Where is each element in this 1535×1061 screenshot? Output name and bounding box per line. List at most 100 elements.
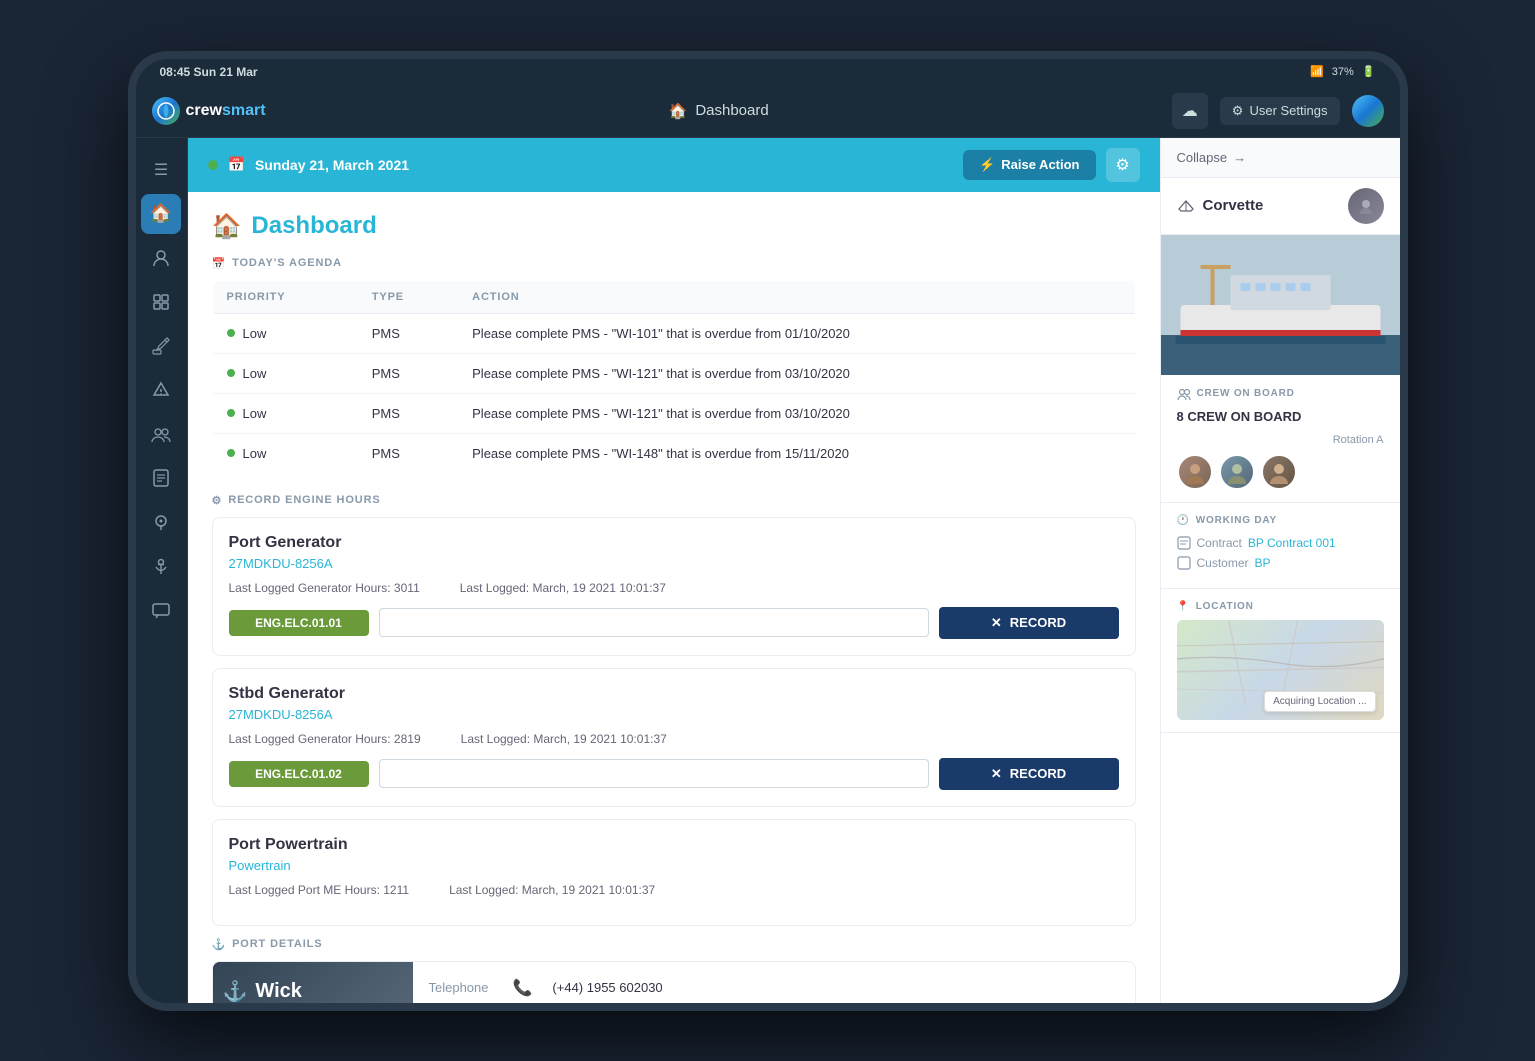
crew-count: 8 CREW ON BOARD <box>1177 409 1302 424</box>
crew-avatar-1[interactable] <box>1177 454 1213 490</box>
vessel-avatar <box>1348 188 1384 224</box>
location-section: 📍 LOCATION <box>1161 589 1400 733</box>
priority-cell: Low <box>212 313 358 353</box>
engine-meta: Last Logged Generator Hours: 2819 Last L… <box>229 732 1119 746</box>
engine-section-label: ⚙ RECORD ENGINE HOURS <box>212 494 1136 507</box>
sidebar-item-person[interactable] <box>141 238 181 278</box>
agenda-table: PRIORITY TYPE ACTION Low PMS Please comp… <box>212 280 1136 474</box>
map-container: Acquiring Location ... <box>1177 620 1384 720</box>
customer-value: BP <box>1255 556 1271 570</box>
sidebar-item-menu[interactable]: ☰ <box>141 150 181 190</box>
top-bar-left: 📅 Sunday 21, March 2021 <box>208 156 410 173</box>
sidebar-item-messages[interactable] <box>141 590 181 630</box>
vessel-header: Corvette <box>1161 178 1400 235</box>
agenda-row: Low PMS Please complete PMS - "WI-101" t… <box>212 313 1135 353</box>
collapse-button[interactable]: Collapse → <box>1177 150 1247 165</box>
crewsmart-logo <box>1352 95 1384 127</box>
wifi-icon: 📶 <box>1310 65 1324 78</box>
crew-avatar-2[interactable] <box>1219 454 1255 490</box>
sidebar-item-home[interactable]: 🏠 <box>141 194 181 234</box>
logo: crewsmart <box>152 97 266 125</box>
port-name: ⚓ Wick <box>223 979 302 1003</box>
agenda-row: Low PMS Please complete PMS - "WI-121" t… <box>212 353 1135 393</box>
engine-id: Powertrain <box>229 858 1119 873</box>
rotation-label: Rotation A <box>1177 434 1384 446</box>
cloud-button[interactable]: ☁ <box>1172 93 1208 129</box>
sidebar-item-inventory[interactable] <box>141 282 181 322</box>
sidebar-item-tools[interactable] <box>141 326 181 366</box>
crew-avatar-3[interactable] <box>1261 454 1297 490</box>
type-cell: PMS <box>358 393 458 433</box>
customer-row: Customer BP <box>1177 556 1384 570</box>
engine-logged: Last Logged: March, 19 2021 10:01:37 <box>449 883 655 897</box>
customer-label: Customer <box>1197 556 1249 570</box>
calendar-icon: 📅 <box>228 156 245 173</box>
raise-action-button[interactable]: ⚡ Raise Action <box>963 150 1095 180</box>
sidebar-item-crew[interactable] <box>141 414 181 454</box>
priority-dot <box>227 409 235 417</box>
sidebar-item-reports[interactable] <box>141 458 181 498</box>
record-label: RECORD <box>1010 615 1066 630</box>
contract-row: Contract BP Contract 001 <box>1177 536 1384 550</box>
crew-section-label: CREW ON BOARD <box>1197 388 1295 399</box>
status-time: 08:45 Sun 21 Mar <box>160 65 258 79</box>
home-nav-icon: 🏠 <box>669 102 688 120</box>
top-bar-right: ⚡ Raise Action ⚙ <box>963 148 1139 182</box>
vessel-image <box>1161 235 1400 375</box>
location-icon: 📍 <box>1177 601 1190 612</box>
engine-input[interactable] <box>379 608 929 637</box>
record-label: RECORD <box>1010 766 1066 781</box>
agenda-section-label: 📅 TODAY'S AGENDA <box>212 257 1136 270</box>
clock-icon: 🕐 <box>1177 515 1190 526</box>
type-cell: PMS <box>358 433 458 473</box>
top-bar: 📅 Sunday 21, March 2021 ⚡ Raise Action ⚙ <box>188 138 1160 192</box>
working-day-section: 🕐 WORKING DAY Contract BP Contract 001 C… <box>1161 503 1400 589</box>
collapse-icon: → <box>1233 150 1246 165</box>
nav-title: Dashboard <box>695 102 768 119</box>
engine-card: Stbd Generator 27MDKDU-8256A Last Logged… <box>212 668 1136 807</box>
engine-logged: Last Logged: March, 19 2021 10:01:37 <box>460 581 666 595</box>
engine-hours: Last Logged Generator Hours: 2819 <box>229 732 421 746</box>
record-button[interactable]: ✕ RECORD <box>939 607 1119 639</box>
action-cell: Please complete PMS - "WI-121" that is o… <box>458 393 1135 433</box>
user-settings-button[interactable]: ⚙ User Settings <box>1220 97 1340 125</box>
settings-icon: ⚙ <box>1232 103 1244 119</box>
status-bar: 08:45 Sun 21 Mar 📶 37% 🔋 <box>136 59 1400 85</box>
app-header: crewsmart 🏠 Dashboard ☁ ⚙ User Settings <box>136 85 1400 138</box>
battery-icon: 🔋 <box>1362 65 1376 78</box>
priority-dot <box>227 449 235 457</box>
dashboard-body: 🏠 Dashboard 📅 TODAY'S AGENDA PRIORITY <box>188 192 1160 1003</box>
contract-label: Contract <box>1197 536 1242 550</box>
type-cell: PMS <box>358 313 458 353</box>
engine-input[interactable] <box>379 759 929 788</box>
type-cell: PMS <box>358 353 458 393</box>
location-title: 📍 LOCATION <box>1177 601 1384 612</box>
priority-cell: Low <box>212 433 358 473</box>
sidebar-item-anchor[interactable] <box>141 546 181 586</box>
working-day-title: 🕐 WORKING DAY <box>1177 515 1384 526</box>
header-right: ☁ ⚙ User Settings <box>1172 93 1384 129</box>
engine-hours: Last Logged Generator Hours: 3011 <box>229 581 420 595</box>
action-cell: Please complete PMS - "WI-148" that is o… <box>458 433 1135 473</box>
header-nav: 🏠 Dashboard <box>282 102 1156 120</box>
priority-dot <box>227 369 235 377</box>
action-cell: Please complete PMS - "WI-121" that is o… <box>458 353 1135 393</box>
port-section-label: ⚓ PORT DETAILS <box>212 938 1136 951</box>
col-priority: PRIORITY <box>212 280 358 313</box>
engine-cards: Port Generator 27MDKDU-8256A Last Logged… <box>212 517 1136 926</box>
dash-title-icon: 🏠 <box>212 212 242 241</box>
engine-controls: ENG.ELC.01.02 ✕ RECORD <box>229 758 1119 790</box>
sidebar-item-map[interactable] <box>141 502 181 542</box>
right-panel: Collapse → Corvette <box>1160 138 1400 1003</box>
raise-action-label: Raise Action <box>1001 157 1079 172</box>
sidebar-item-alerts[interactable] <box>141 370 181 410</box>
record-button[interactable]: ✕ RECORD <box>939 758 1119 790</box>
port-card: ⚓ Wick Telephone 📞 (+44) 1955 602030 <box>212 961 1136 1003</box>
port-icon: ⚓ <box>212 938 227 951</box>
top-bar-settings-button[interactable]: ⚙ <box>1106 148 1140 182</box>
engine-meta: Last Logged Port ME Hours: 1211 Last Log… <box>229 883 1119 897</box>
engine-logged: Last Logged: March, 19 2021 10:01:37 <box>461 732 667 746</box>
user-settings-label: User Settings <box>1249 103 1327 118</box>
engine-tag: ENG.ELC.01.02 <box>229 761 369 787</box>
col-action: ACTION <box>458 280 1135 313</box>
